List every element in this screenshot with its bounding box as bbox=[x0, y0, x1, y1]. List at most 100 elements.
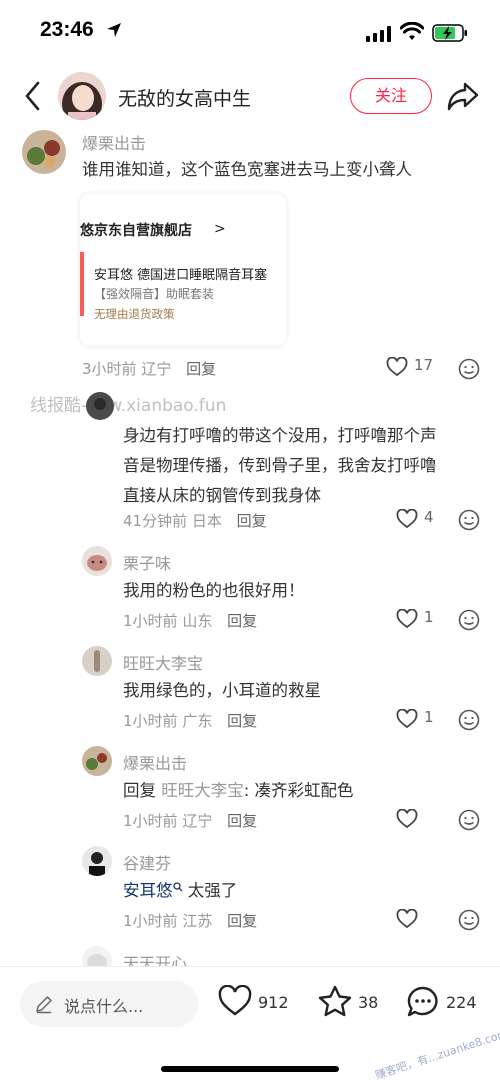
home-indicator[interactable] bbox=[161, 1066, 339, 1072]
like-button[interactable] bbox=[396, 908, 426, 932]
product-title: 安耳悠 德国进口睡眠隔音耳塞 bbox=[94, 268, 268, 283]
comment-text: 我用的粉色的也很好用！ bbox=[123, 581, 305, 600]
favorite-count: 38 bbox=[358, 993, 379, 1012]
comment-text: 谁用谁知道，这个蓝色宽塞进去马上变小聋人 bbox=[82, 160, 412, 179]
like-note-button[interactable]: 912 bbox=[218, 985, 298, 1025]
note-header: 无敌的女高中生 关注 bbox=[0, 66, 500, 128]
share-arrow-icon[interactable] bbox=[446, 80, 480, 112]
commenter-name[interactable]: 谷建芬 bbox=[123, 850, 171, 874]
back-chevron-icon[interactable] bbox=[18, 78, 48, 114]
like-count: 912 bbox=[258, 993, 289, 1012]
like-count: 1 bbox=[424, 608, 434, 626]
like-button[interactable]: 1 bbox=[396, 608, 446, 632]
comment-location: 山东 bbox=[182, 612, 213, 630]
commenter-avatar[interactable] bbox=[82, 646, 112, 676]
pencil-icon bbox=[36, 996, 52, 1014]
emoji-icon[interactable] bbox=[458, 809, 480, 831]
comment-time: 41分钟前 bbox=[123, 512, 188, 530]
comment-meta: 41分钟前 日本 回复 bbox=[123, 510, 267, 531]
reply-button[interactable]: 回复 bbox=[186, 360, 216, 378]
heart-icon bbox=[218, 985, 252, 1016]
favorite-button[interactable]: 38 bbox=[318, 985, 384, 1025]
comment-location: 江苏 bbox=[182, 912, 213, 930]
product-subtitle: 【强效隔音】助眠套装 bbox=[94, 287, 215, 301]
emoji-icon[interactable] bbox=[458, 709, 480, 731]
comment-location: 辽宁 bbox=[182, 812, 213, 830]
comment-meta: 1小时前 广东 回复 bbox=[123, 710, 257, 731]
comment-text: 安耳悠 太强了 bbox=[123, 881, 238, 900]
status-time: 23:46 bbox=[40, 18, 94, 41]
comment-time: 1小时前 bbox=[123, 612, 178, 630]
like-button[interactable]: 1 bbox=[396, 708, 446, 732]
commenter-name[interactable]: 爆栗出击 bbox=[123, 750, 187, 774]
comment-location: 辽宁 bbox=[141, 360, 172, 378]
comment-time: 1小时前 bbox=[123, 712, 178, 730]
like-button[interactable]: 4 bbox=[396, 508, 446, 532]
commenter-name[interactable]: 栗子味 bbox=[123, 550, 171, 574]
comments-button[interactable]: 224 bbox=[406, 985, 490, 1025]
chevron-right-icon: > bbox=[214, 221, 226, 237]
commenter-avatar[interactable] bbox=[82, 746, 112, 776]
search-mention-icon bbox=[172, 882, 182, 892]
reply-button[interactable]: 回复 bbox=[227, 812, 257, 830]
watermark: 线报酷-new.xianbao.fun bbox=[30, 396, 227, 416]
comment-meta: 1小时前 江苏 回复 bbox=[123, 910, 257, 931]
comment-location: 日本 bbox=[191, 512, 222, 530]
heart-icon bbox=[396, 709, 418, 729]
heart-icon bbox=[396, 609, 418, 629]
comment-location: 广东 bbox=[182, 712, 213, 730]
heart-icon bbox=[396, 509, 418, 529]
commenter-name[interactable]: 爆栗出击 bbox=[82, 130, 146, 154]
reply-button[interactable]: 回复 bbox=[237, 512, 267, 530]
commenter-name[interactable]: 旺旺大李宝 bbox=[123, 650, 203, 674]
chat-bubble-icon bbox=[407, 986, 438, 1017]
product-policy: 无理由退货政策 bbox=[94, 307, 175, 321]
commenter-avatar[interactable] bbox=[22, 130, 66, 174]
star-icon bbox=[318, 985, 352, 1017]
author-name[interactable]: 无敌的女高中生 bbox=[118, 84, 251, 111]
product-mention-link[interactable]: 安耳悠 bbox=[123, 881, 173, 900]
battery-charging-icon bbox=[432, 24, 467, 42]
commenter-avatar[interactable] bbox=[82, 546, 112, 576]
like-count: 17 bbox=[414, 356, 434, 374]
emoji-icon[interactable] bbox=[458, 609, 480, 631]
reply-prefix: 回复 bbox=[123, 781, 156, 800]
comment-meta: 1小时前 辽宁 回复 bbox=[123, 810, 257, 831]
wifi-icon bbox=[400, 22, 424, 40]
comment-text: 身边有打呼噜的带这个没用，打呼噜那个声 音是物理传播，传到骨子里，我舍友打呼噜 … bbox=[123, 426, 437, 505]
shop-name: 耳悠京东自营旗舰店 bbox=[80, 223, 192, 239]
emoji-icon[interactable] bbox=[458, 909, 480, 931]
reply-button[interactable]: 回复 bbox=[227, 912, 257, 930]
heart-icon bbox=[396, 809, 418, 829]
reply-button[interactable]: 回复 bbox=[227, 612, 257, 630]
comment-time: 3小时前 bbox=[82, 360, 137, 378]
commenter-avatar[interactable] bbox=[82, 846, 112, 876]
comment-text: 回复 旺旺大李宝: 凑齐彩虹配色 bbox=[123, 781, 354, 800]
follow-button[interactable]: 关注 bbox=[350, 78, 432, 114]
emoji-icon[interactable] bbox=[458, 509, 480, 531]
signal-icon bbox=[366, 26, 391, 42]
heart-icon bbox=[386, 357, 408, 377]
status-bar: 23:46 bbox=[0, 0, 500, 66]
product-card[interactable]: 耳悠京东自营旗舰店 > 安耳悠 德国进口睡眠隔音耳塞 【强效隔音】助眠套装 无理… bbox=[80, 194, 286, 346]
like-count: 4 bbox=[424, 508, 434, 526]
author-avatar[interactable] bbox=[58, 72, 106, 120]
comment-text: 我用绿色的，小耳道的救星 bbox=[123, 681, 321, 700]
navigation-arrow-icon bbox=[107, 23, 121, 37]
comment-input-placeholder: 说点什么... bbox=[64, 997, 144, 1016]
commenter-avatar[interactable] bbox=[86, 392, 114, 420]
comment-time: 1小时前 bbox=[123, 812, 178, 830]
comment-meta: 3小时前 辽宁 回复 bbox=[82, 358, 216, 379]
like-button[interactable] bbox=[396, 808, 426, 832]
emoji-icon[interactable] bbox=[458, 358, 480, 380]
like-button[interactable]: 17 bbox=[386, 356, 446, 380]
like-count: 1 bbox=[424, 708, 434, 726]
reply-target[interactable]: 旺旺大李宝 bbox=[161, 781, 244, 800]
comment-count: 224 bbox=[446, 993, 477, 1012]
reply-button[interactable]: 回复 bbox=[227, 712, 257, 730]
comment-meta: 1小时前 山东 回复 bbox=[123, 610, 257, 631]
comment-time: 1小时前 bbox=[123, 912, 178, 930]
comment-input[interactable]: 说点什么... bbox=[20, 981, 198, 1027]
heart-icon bbox=[396, 909, 418, 929]
product-image bbox=[80, 252, 84, 316]
